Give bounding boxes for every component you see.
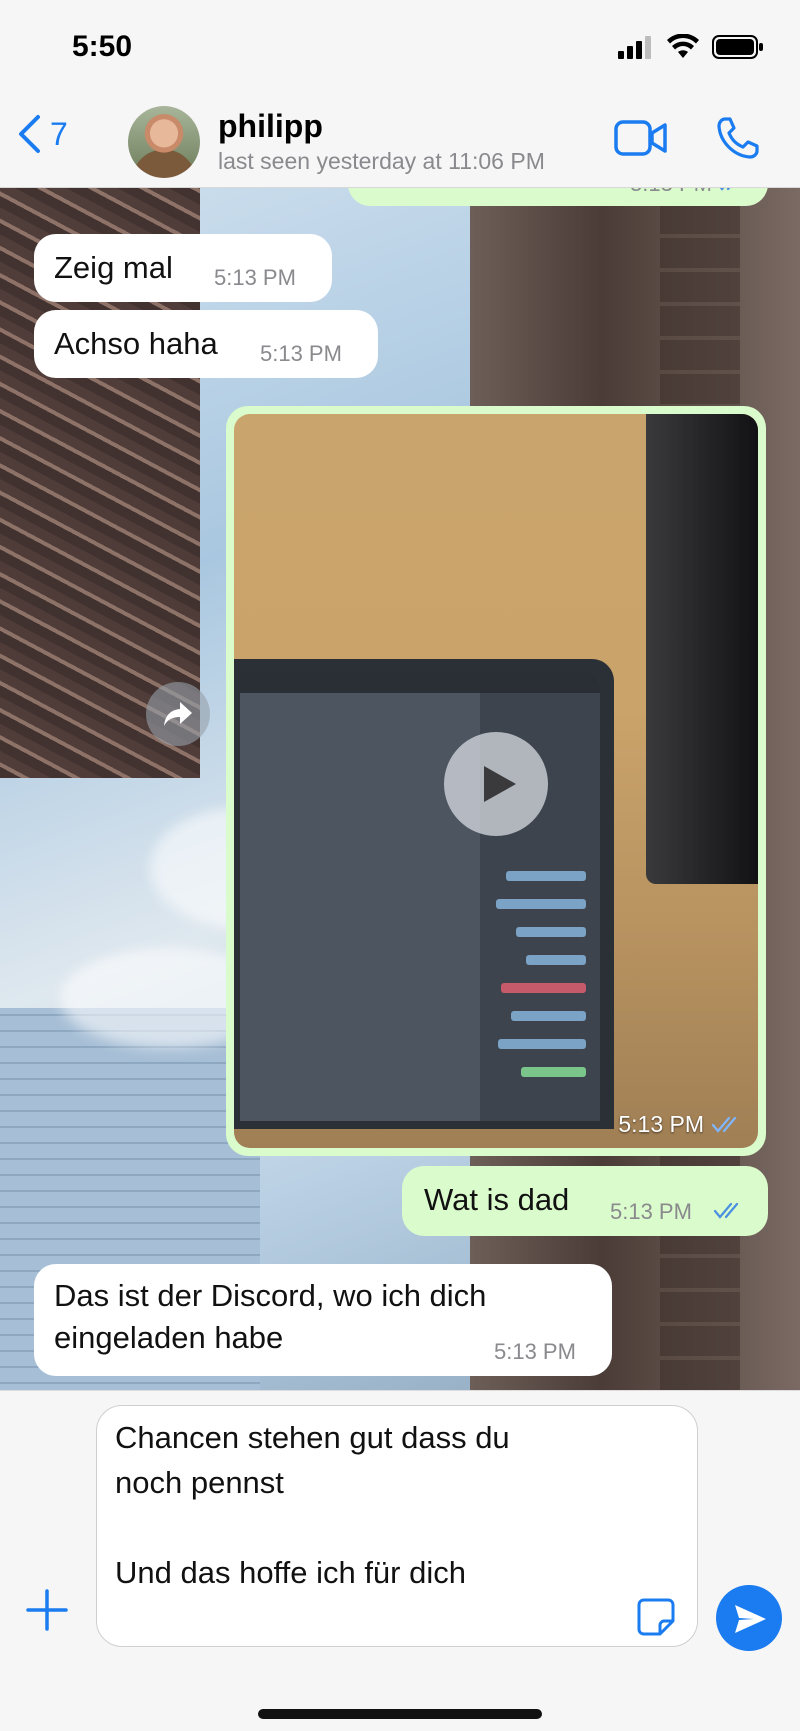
chat-header: 7 philipp last seen yesterday at 11:06 P… <box>0 100 800 188</box>
thumbnail-row <box>501 983 586 993</box>
thumbnail-row <box>516 927 586 937</box>
thumbnail-row <box>498 1039 586 1049</box>
thumbnail-row <box>526 955 586 965</box>
message-time: 5:13 PM <box>214 265 296 290</box>
message-time: 5:13 PM <box>618 1111 704 1137</box>
video-timestamp: 5:13 PM <box>618 1111 742 1138</box>
home-indicator[interactable] <box>258 1709 542 1719</box>
battery-icon <box>712 35 763 59</box>
attach-button[interactable] <box>24 1587 70 1638</box>
message-time: 5:13 PM <box>260 341 342 366</box>
sticker-button[interactable] <box>636 1597 676 1642</box>
message-bubble-partial[interactable]: 5:13 PM <box>348 188 768 206</box>
read-ticks-icon <box>712 1116 737 1133</box>
wifi-icon <box>667 34 699 58</box>
last-seen-status: last seen yesterday at 11:06 PM <box>218 148 545 174</box>
play-icon <box>484 766 516 802</box>
back-button[interactable]: 7 <box>16 114 68 154</box>
message-time: 5:13 PM <box>610 1199 692 1224</box>
message-time: 5:13 PM <box>494 1339 576 1364</box>
chevron-left-icon <box>19 115 40 153</box>
voice-call-button[interactable] <box>716 116 760 165</box>
chat-area[interactable]: 5:13 PM Zeig mal 5:13 PM Achso haha 5:13… <box>0 188 800 1390</box>
message-time: 5:13 PM <box>630 188 712 199</box>
message-bubble-incoming[interactable]: Das ist der Discord, wo ich dich eingela… <box>34 1264 612 1376</box>
plus-icon <box>26 1589 68 1631</box>
message-text-line-2: eingeladen habe <box>54 1320 284 1355</box>
message-input[interactable]: Chancen stehen gut dass du noch pennst U… <box>96 1405 698 1647</box>
cellular-signal-icon <box>618 36 651 59</box>
unread-count: 7 <box>50 115 68 152</box>
sticker-icon <box>637 1598 675 1636</box>
message-text: Achso haha <box>54 326 218 361</box>
thumbnail-row <box>521 1067 586 1077</box>
message-bubble-incoming[interactable]: Zeig mal 5:13 PM <box>34 234 332 302</box>
status-time: 5:50 <box>72 30 133 63</box>
video-thumbnail[interactable]: 5:13 PM <box>234 414 758 1148</box>
video-camera-icon <box>614 120 667 156</box>
thumbnail-row <box>496 899 586 909</box>
play-button[interactable] <box>444 732 548 836</box>
forward-arrow-icon <box>164 702 192 726</box>
read-ticks-icon <box>719 188 731 191</box>
message-text-line-1: Das ist der Discord, wo ich dich <box>54 1278 487 1313</box>
video-call-button[interactable] <box>614 118 668 163</box>
message-bubble-outgoing[interactable]: Wat is dad 5:13 PM <box>402 1166 768 1236</box>
thumbnail-screen-bar <box>240 671 600 693</box>
status-icons <box>618 34 764 60</box>
forward-button[interactable] <box>146 682 210 746</box>
contact-name[interactable]: philipp <box>218 108 323 145</box>
thumbnail-row <box>511 1011 586 1021</box>
read-ticks-icon <box>714 1202 739 1219</box>
thumbnail-screen <box>240 671 600 1121</box>
composer-bar: Chancen stehen gut dass du noch pennst U… <box>0 1390 800 1731</box>
status-bar: 5:50 <box>0 0 800 100</box>
send-button[interactable] <box>716 1585 782 1651</box>
thumbnail-row <box>506 871 586 881</box>
thumbnail-monitor <box>646 414 758 884</box>
message-text: Wat is dad <box>424 1182 570 1217</box>
thumbnail-laptop <box>234 659 614 1129</box>
message-bubble-incoming[interactable]: Achso haha 5:13 PM <box>34 310 378 378</box>
phone-icon <box>717 117 759 159</box>
message-text: Zeig mal <box>54 250 173 285</box>
avatar[interactable] <box>128 106 200 178</box>
send-arrow-icon <box>735 1605 766 1633</box>
video-message-bubble[interactable]: 5:13 PM <box>226 406 766 1156</box>
